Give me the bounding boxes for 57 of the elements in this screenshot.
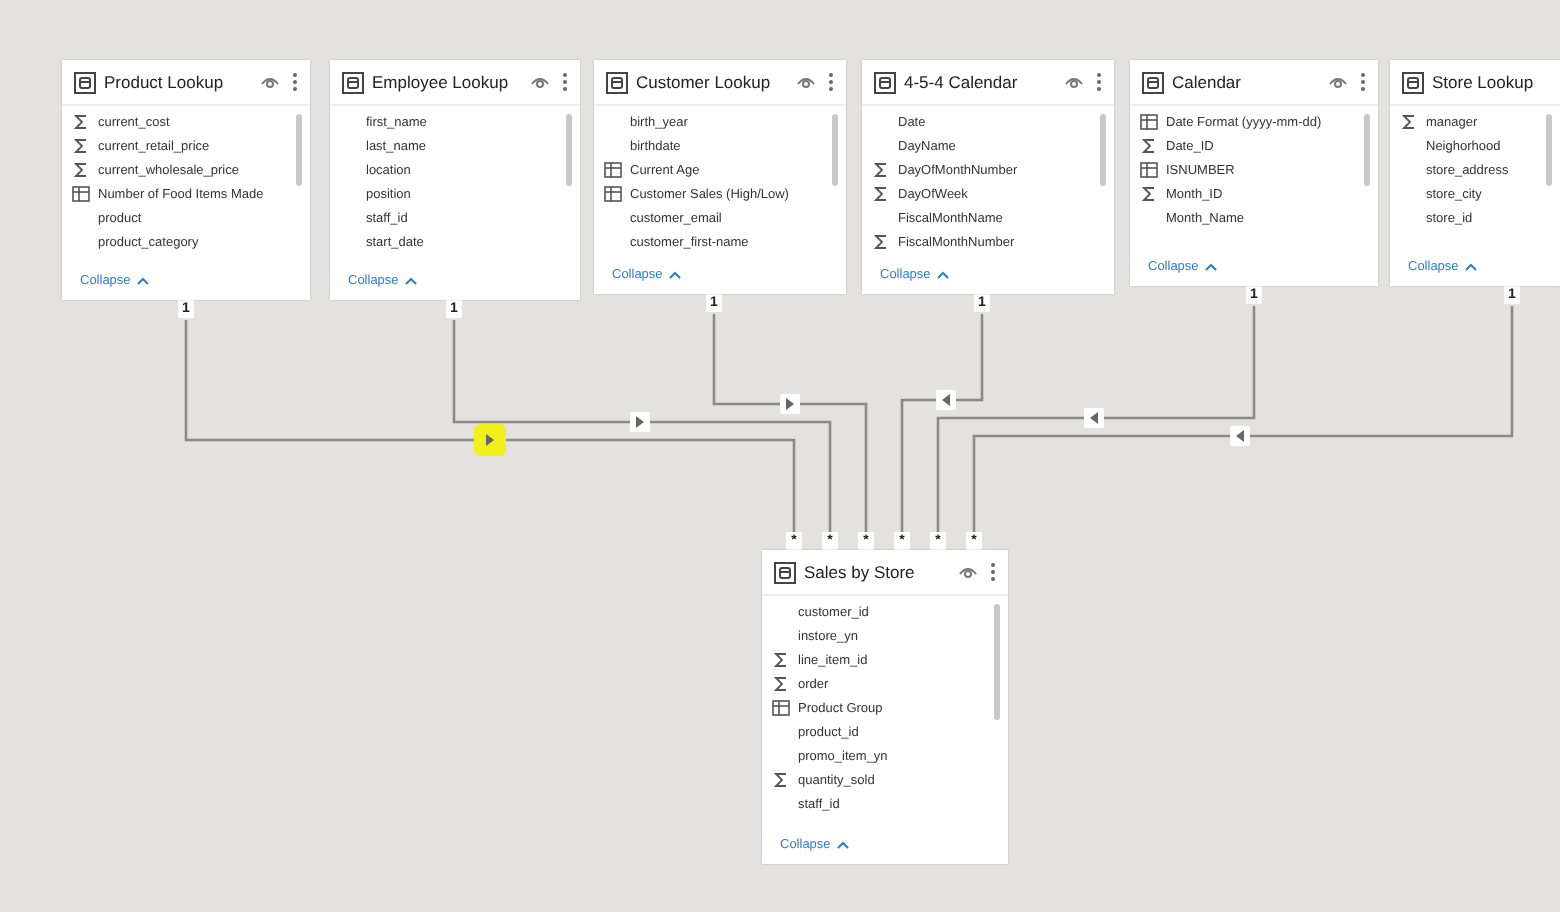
sigma-icon	[1401, 114, 1415, 130]
table-title: Sales by Store	[804, 562, 917, 582]
table-icon	[342, 71, 364, 93]
calculated-column-icon	[71, 186, 89, 202]
eye-icon[interactable]	[530, 74, 550, 90]
chevron-up-icon	[1204, 261, 1219, 271]
scrollbar[interactable]	[1364, 114, 1370, 186]
calculated-column-icon	[603, 186, 621, 202]
chevron-up-icon	[136, 275, 151, 285]
sigma-icon	[1141, 186, 1155, 202]
more-options-icon[interactable]	[828, 72, 834, 92]
sigma-icon	[773, 772, 787, 788]
scrollbar[interactable]	[994, 604, 1000, 720]
more-options-icon[interactable]	[990, 562, 996, 582]
table-icon	[1402, 71, 1424, 93]
eye-icon[interactable]	[1064, 74, 1084, 90]
filter-direction-marker[interactable]	[480, 430, 500, 450]
filter-direction-marker[interactable]	[1230, 426, 1250, 446]
chevron-up-icon	[1464, 261, 1479, 271]
table-icon	[1142, 71, 1164, 93]
scrollbar[interactable]	[1100, 114, 1106, 186]
sigma-icon	[873, 234, 887, 250]
eye-icon[interactable]	[1328, 74, 1348, 90]
filter-direction-marker[interactable]	[630, 412, 650, 432]
chevron-up-icon	[668, 269, 683, 279]
table-title: Employee Lookup	[372, 72, 511, 92]
sigma-icon	[1141, 138, 1155, 154]
more-options-icon[interactable]	[1360, 72, 1366, 92]
table-title: Store Lookup	[1432, 72, 1536, 92]
scrollbar[interactable]	[832, 114, 838, 186]
table-title: Customer Lookup	[636, 72, 773, 92]
table-icon	[774, 561, 796, 583]
scrollbar[interactable]	[1546, 114, 1552, 186]
filter-direction-marker[interactable]	[936, 390, 956, 410]
chevron-up-icon	[936, 269, 951, 279]
eye-icon[interactable]	[958, 564, 978, 580]
scrollbar[interactable]	[296, 114, 302, 186]
calculated-column-icon	[771, 700, 789, 716]
eye-icon[interactable]	[260, 74, 280, 90]
calculated-column-icon	[603, 162, 621, 178]
table-icon	[874, 71, 896, 93]
eye-icon[interactable]	[796, 74, 816, 90]
filter-direction-marker[interactable]	[780, 394, 800, 414]
chevron-up-icon	[836, 839, 851, 849]
table-icon	[606, 71, 628, 93]
scrollbar[interactable]	[566, 114, 572, 186]
calculated-column-icon	[1139, 162, 1157, 178]
more-options-icon[interactable]	[292, 72, 298, 92]
more-options-icon[interactable]	[1096, 72, 1102, 92]
table-title: Calendar	[1172, 72, 1243, 92]
filter-direction-marker[interactable]	[1084, 408, 1104, 428]
table-icon	[74, 71, 96, 93]
table-title: 4-5-4 Calendar	[904, 72, 1020, 92]
more-options-icon[interactable]	[562, 72, 568, 92]
chevron-up-icon	[404, 275, 419, 285]
calculated-column-icon	[1139, 114, 1157, 130]
table-title: Product Lookup	[104, 72, 226, 92]
